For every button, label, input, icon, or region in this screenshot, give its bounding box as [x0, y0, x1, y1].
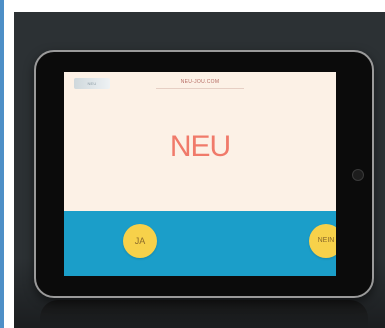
- yes-button[interactable]: JA: [123, 224, 157, 258]
- no-button[interactable]: NEIN: [309, 224, 336, 258]
- site-url: NEU-JOU.COM: [180, 79, 220, 85]
- water-area: [64, 211, 336, 276]
- home-button[interactable]: [352, 169, 364, 181]
- headline: NEU: [169, 130, 231, 163]
- header-divider: [156, 88, 244, 89]
- app-screen: NEU NEU-JOU.COM NEU JA NEIN: [64, 72, 336, 276]
- presentation-stage: NEU NEU-JOU.COM NEU JA NEIN: [14, 12, 385, 328]
- tablet-reflection: [40, 300, 368, 328]
- left-accent-bar: [0, 0, 4, 328]
- tablet-device: NEU NEU-JOU.COM NEU JA NEIN: [34, 50, 374, 298]
